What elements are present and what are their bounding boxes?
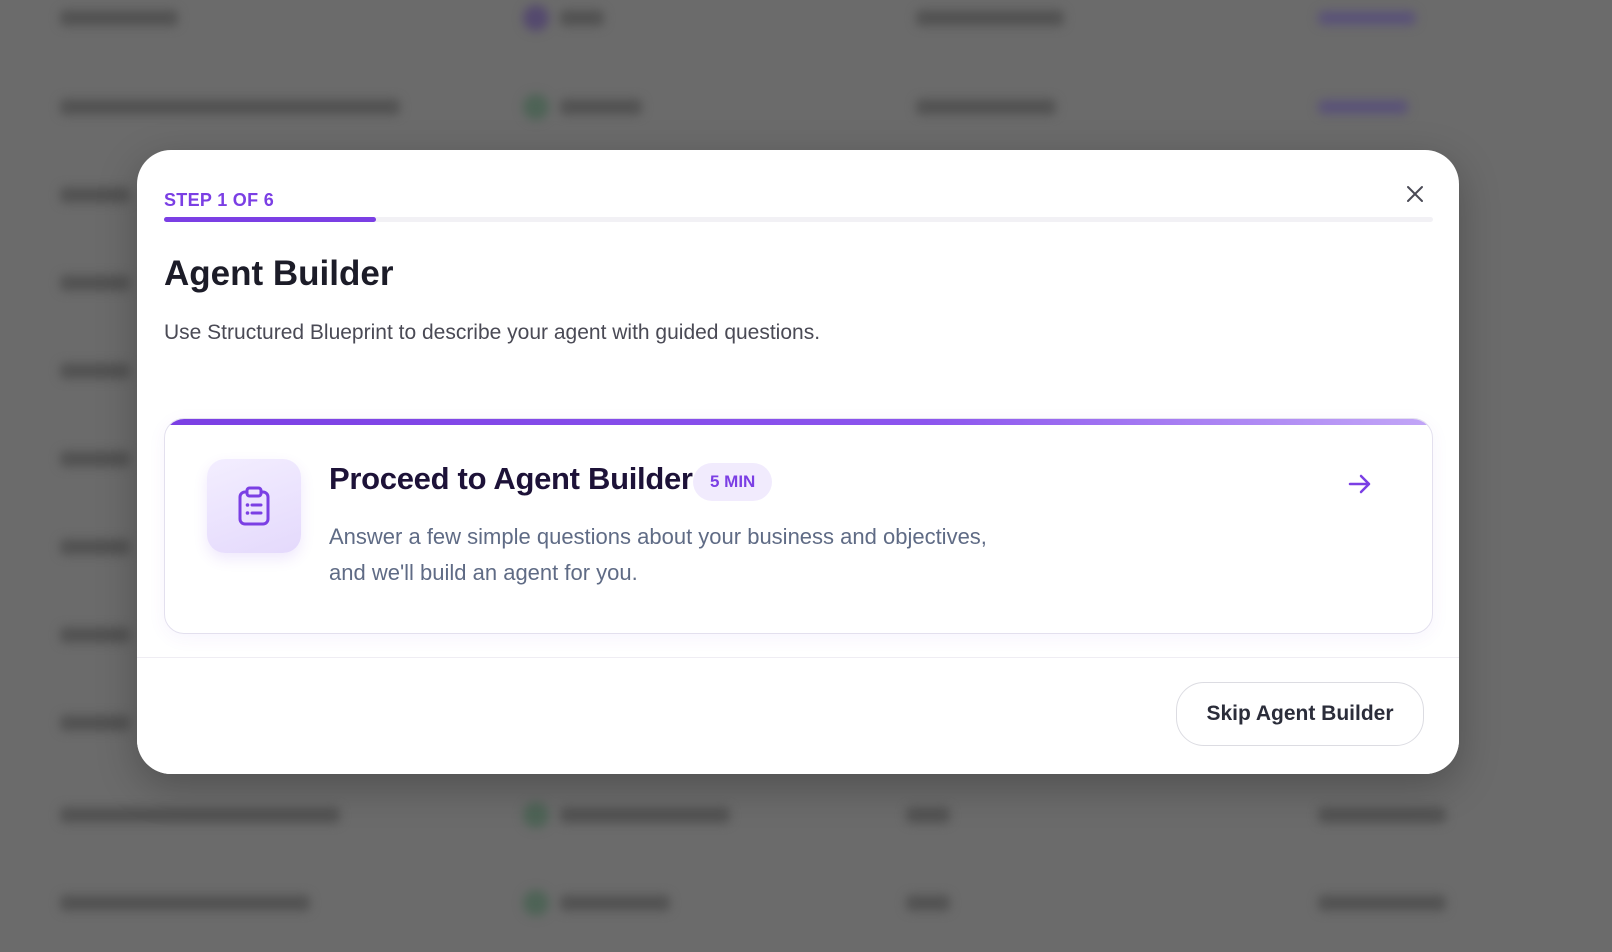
card-description: Answer a few simple questions about your… <box>329 519 1089 591</box>
agent-builder-modal: STEP 1 OF 6 Agent Builder Use Structured… <box>137 150 1459 774</box>
table-row <box>0 3 1612 33</box>
duration-badge: 5 MIN <box>693 463 773 501</box>
card-title: Proceed to Agent Builder <box>329 461 693 496</box>
modal-title: Agent Builder <box>164 254 394 293</box>
close-button[interactable] <box>1399 178 1431 210</box>
arrow-right-icon <box>1348 474 1371 494</box>
step-indicator: STEP 1 OF 6 <box>164 190 275 210</box>
card-description-line: and we'll build an agent for you. <box>329 560 638 585</box>
table-row <box>0 888 1612 918</box>
close-icon <box>1407 186 1423 202</box>
table-row <box>0 800 1612 830</box>
table-row <box>0 92 1612 122</box>
clipboard-list-icon <box>238 486 270 526</box>
skip-agent-builder-button[interactable]: Skip Agent Builder <box>1176 682 1424 746</box>
step-progress-fill <box>164 217 376 222</box>
modal-footer: Skip Agent Builder <box>137 657 1459 774</box>
modal-subtitle: Use Structured Blueprint to describe you… <box>164 321 821 344</box>
step-progress-bar <box>164 217 1433 222</box>
proceed-arrow-button[interactable] <box>1345 469 1375 499</box>
card-description-line: Answer a few simple questions about your… <box>329 524 987 549</box>
card-icon-container <box>207 459 301 553</box>
card-accent-bar <box>165 419 1432 425</box>
proceed-to-agent-builder-card[interactable]: Proceed to Agent Builder 5 MIN Answer a … <box>164 418 1433 634</box>
